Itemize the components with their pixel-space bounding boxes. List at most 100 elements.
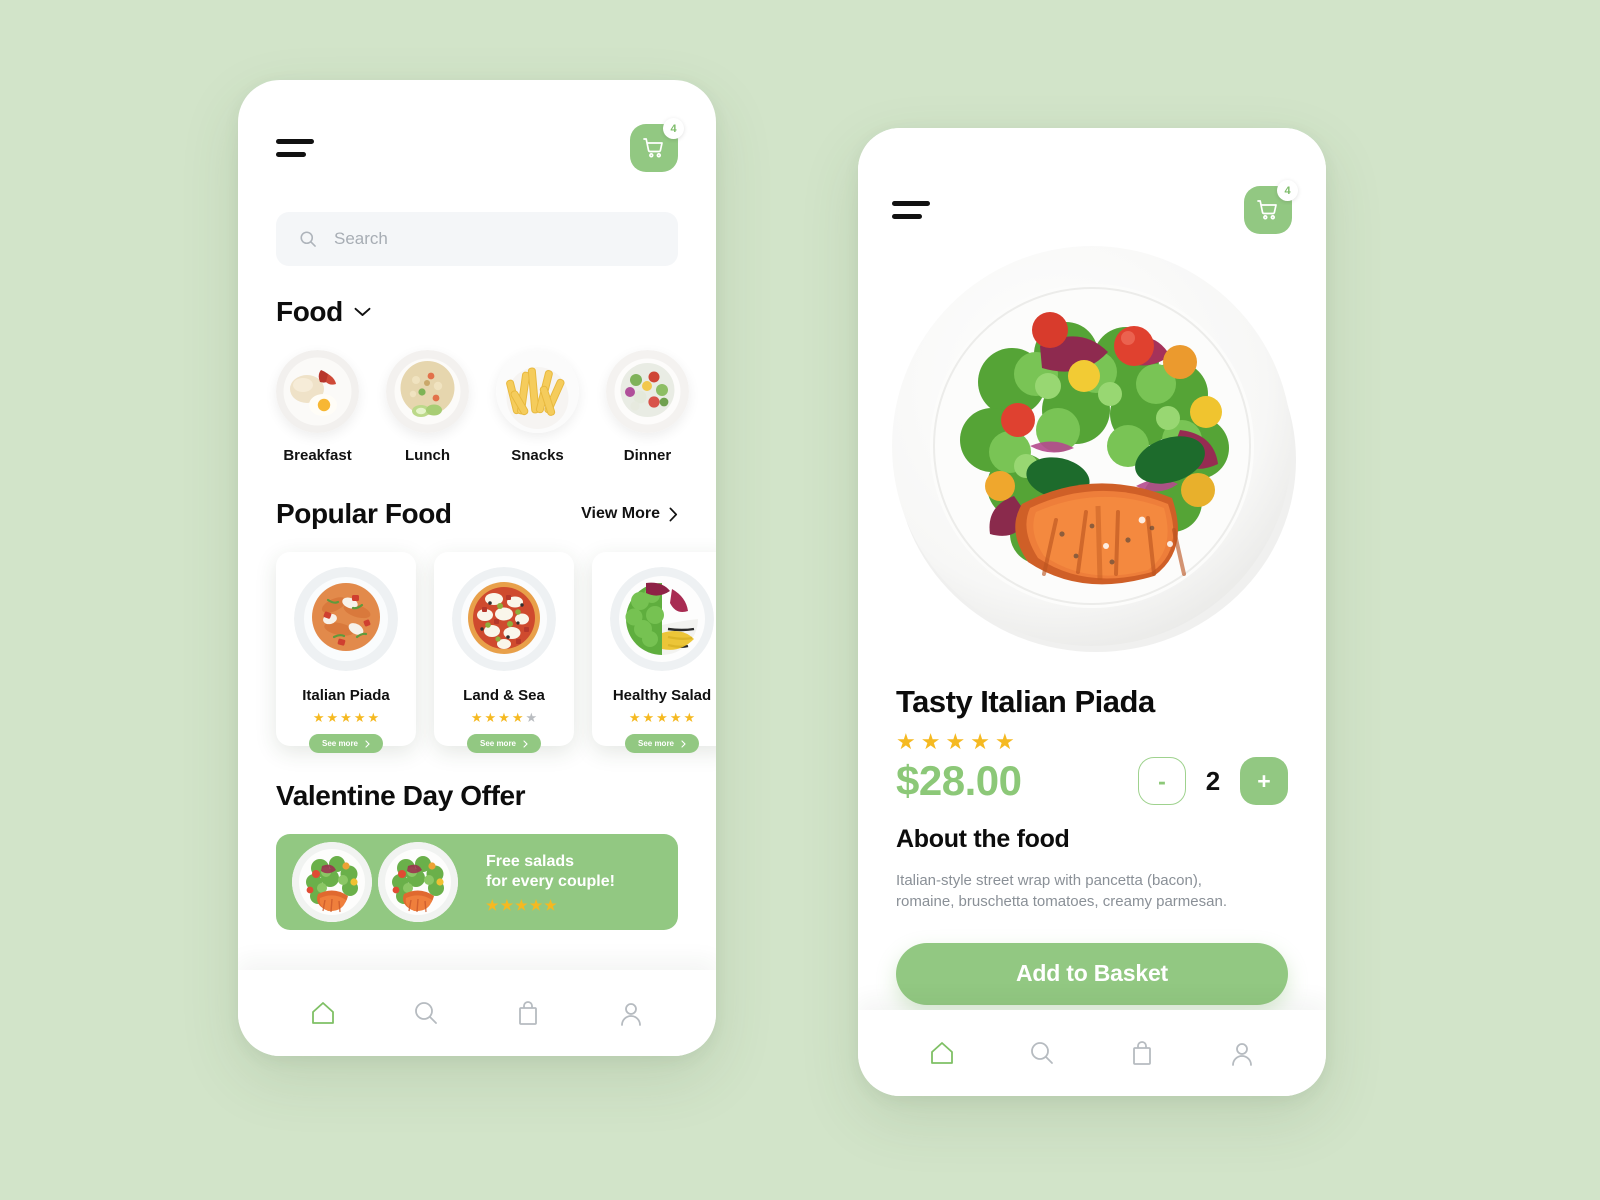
breakfast-image bbox=[276, 350, 359, 433]
category-item-breakfast[interactable]: Breakfast bbox=[276, 350, 359, 464]
see-more-button[interactable]: See more bbox=[466, 734, 542, 753]
nav-item-search[interactable] bbox=[411, 998, 441, 1028]
quantity-stepper: - 2 + bbox=[1138, 757, 1288, 805]
chevron-right-icon bbox=[669, 507, 678, 521]
cart-icon bbox=[1257, 200, 1277, 220]
piada-pasta-icon bbox=[294, 567, 398, 671]
grilled-salmon-salad-icon bbox=[892, 246, 1296, 652]
french-fries-icon bbox=[496, 350, 579, 433]
cart-button[interactable]: 4 bbox=[630, 118, 684, 172]
cart-badge: 4 bbox=[663, 118, 684, 139]
category-item-dinner[interactable]: Dinner bbox=[606, 350, 689, 464]
see-more-button[interactable]: See more bbox=[308, 734, 384, 753]
valentine-offer-banner[interactable]: Free salads for every couple! ★ ★ ★ ★ ★ bbox=[276, 834, 678, 930]
popular-food-header: Popular Food View More bbox=[276, 498, 678, 530]
category-label: Snacks bbox=[511, 447, 564, 464]
food-card[interactable]: Italian Piada ★ ★ ★ ★ ★ See more bbox=[276, 552, 416, 753]
hero-food-image bbox=[880, 234, 1304, 658]
category-label: Lunch bbox=[405, 447, 450, 464]
chevron-right-icon bbox=[523, 739, 528, 748]
home-icon bbox=[312, 1002, 335, 1024]
offer-image-1 bbox=[292, 842, 372, 922]
food-card[interactable]: Land & Sea ★ ★ ★ ★ ★ See more bbox=[434, 552, 574, 753]
shopping-bag-icon bbox=[1133, 1041, 1151, 1065]
add-to-basket-button[interactable]: Add to Basket bbox=[896, 942, 1288, 1005]
offer-rating: ★ ★ ★ ★ ★ bbox=[486, 897, 557, 914]
canvas: 4 Food bbox=[0, 0, 1600, 1200]
shopping-bag-icon bbox=[519, 1001, 538, 1025]
offer-text: Free salads for every couple! ★ ★ ★ ★ ★ bbox=[486, 852, 615, 913]
see-more-label: See more bbox=[321, 739, 359, 748]
food-title: Food bbox=[276, 296, 343, 327]
view-more-button[interactable]: View More bbox=[581, 505, 678, 523]
detail-content: Tasty Italian Piada ★ ★ ★ ★ ★ $28.00 - 2 + A… bbox=[858, 668, 1326, 1005]
search-icon bbox=[414, 1002, 437, 1024]
popular-food-list: Italian Piada ★ ★ ★ ★ ★ See more Land & … bbox=[276, 552, 716, 753]
view-more-label: View More bbox=[581, 505, 660, 522]
chevron-right-icon bbox=[365, 739, 370, 748]
quantity-value: 2 bbox=[1205, 765, 1221, 796]
cart-badge: 4 bbox=[1277, 180, 1298, 201]
nav-item-bag[interactable] bbox=[1127, 1038, 1157, 1068]
category-label: Breakfast bbox=[283, 447, 352, 464]
pizza-icon bbox=[452, 567, 556, 671]
chevron-right-icon bbox=[681, 739, 686, 748]
detail-screen-phone: 4 Tasty Italian Piada ★ ★ ★ ★ ★ $28.00 -… bbox=[858, 128, 1326, 1096]
search-icon bbox=[1031, 1042, 1053, 1064]
cart-icon bbox=[643, 138, 663, 158]
search-bar[interactable] bbox=[276, 212, 678, 266]
price-and-quantity-row: $28.00 - 2 + bbox=[896, 757, 1288, 805]
food-card-rating: ★ ★ ★ ★ ★ bbox=[312, 710, 380, 725]
food-card-name: Healthy Salad bbox=[612, 687, 712, 704]
healthy-salad-icon bbox=[610, 567, 714, 671]
about-section-text: Italian-style street wrap with pancetta … bbox=[896, 872, 1227, 911]
category-item-snacks[interactable]: Snacks bbox=[496, 350, 579, 464]
mixed-salad-icon bbox=[606, 350, 689, 433]
search-input[interactable] bbox=[334, 229, 656, 249]
food-card[interactable]: Healthy Salad ★ ★ ★ ★ ★ See more bbox=[592, 552, 716, 753]
category-label: Dinner bbox=[623, 447, 672, 464]
see-more-button[interactable]: See more bbox=[624, 734, 700, 753]
food-card-image bbox=[610, 567, 714, 671]
food-detail-rating: ★ ★ ★ ★ ★ bbox=[896, 729, 1015, 754]
about-section-title: About the food bbox=[896, 825, 1070, 853]
detail-top-bar: 4 bbox=[892, 180, 1298, 234]
nav-item-home[interactable] bbox=[308, 998, 338, 1028]
offer-image-2 bbox=[378, 842, 458, 922]
cart-button[interactable]: 4 bbox=[1244, 180, 1298, 234]
home-bottom-nav bbox=[238, 970, 716, 1056]
nav-item-profile[interactable] bbox=[616, 998, 646, 1028]
snacks-image bbox=[496, 350, 579, 433]
salmon-salad-icon bbox=[292, 842, 372, 922]
home-icon bbox=[931, 1042, 953, 1064]
detail-bottom-nav bbox=[858, 1010, 1326, 1096]
food-card-image bbox=[452, 567, 556, 671]
food-category-header[interactable]: Food bbox=[276, 296, 678, 328]
rice-egg-bacon-icon bbox=[276, 350, 359, 433]
search-icon bbox=[300, 231, 316, 247]
food-card-rating: ★ ★ ★ ★ ★ bbox=[470, 710, 538, 725]
nav-item-profile[interactable] bbox=[1227, 1038, 1257, 1068]
user-icon bbox=[1232, 1043, 1252, 1066]
chevron-down-icon[interactable] bbox=[354, 307, 371, 317]
food-card-rating: ★ ★ ★ ★ ★ bbox=[628, 710, 696, 725]
see-more-label: See more bbox=[479, 739, 517, 748]
dinner-image bbox=[606, 350, 689, 433]
food-card-name: Italian Piada bbox=[302, 687, 390, 704]
popular-food-title: Popular Food bbox=[276, 498, 452, 529]
fried-rice-bowl-icon bbox=[386, 350, 469, 433]
home-screen-phone: 4 Food bbox=[238, 80, 716, 1056]
increase-quantity-button[interactable]: + bbox=[1240, 757, 1288, 805]
category-list: Breakfast Lunch Snacks Dinner bbox=[276, 350, 689, 464]
see-more-label: See more bbox=[637, 739, 675, 748]
offer-line-1: Free salads bbox=[486, 852, 575, 870]
nav-item-bag[interactable] bbox=[513, 998, 543, 1028]
nav-item-search[interactable] bbox=[1027, 1038, 1057, 1068]
hamburger-menu-icon[interactable] bbox=[276, 139, 314, 157]
decrease-quantity-button[interactable]: - bbox=[1138, 757, 1186, 805]
nav-item-home[interactable] bbox=[927, 1038, 957, 1068]
hamburger-menu-icon[interactable] bbox=[892, 201, 930, 219]
lunch-image bbox=[386, 350, 469, 433]
food-card-image bbox=[294, 567, 398, 671]
category-item-lunch[interactable]: Lunch bbox=[386, 350, 469, 464]
